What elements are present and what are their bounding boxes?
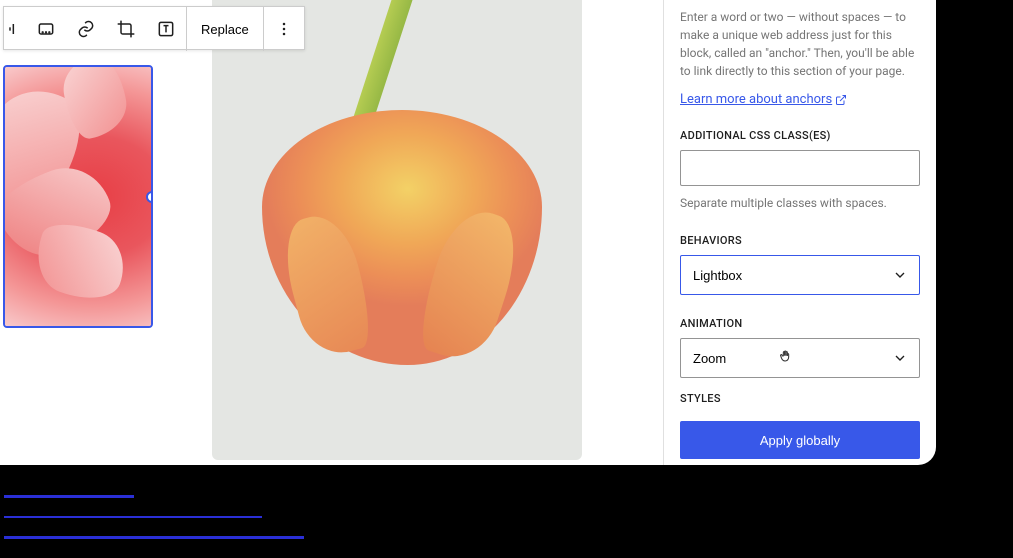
- link-button[interactable]: [66, 7, 106, 51]
- crop-icon: [116, 19, 136, 39]
- anchor-help-text: Enter a word or two — without spaces — t…: [680, 8, 920, 80]
- animation-select[interactable]: Zoom: [680, 338, 920, 378]
- animation-label: ANIMATION: [680, 317, 920, 330]
- more-options-button[interactable]: [264, 7, 304, 51]
- editor-window: Replace Enter a word or two — without: [0, 0, 936, 465]
- external-link-icon: [835, 94, 847, 106]
- settings-sidebar: Enter a word or two — without spaces — t…: [664, 0, 936, 465]
- editor-canvas[interactable]: Replace: [0, 0, 664, 465]
- link-icon: [76, 19, 96, 39]
- learn-anchors-link-label: Learn more about anchors: [680, 92, 832, 107]
- css-classes-input[interactable]: [680, 150, 920, 186]
- decorative-lines: [4, 495, 304, 557]
- caption-button[interactable]: [26, 7, 66, 51]
- css-classes-label: ADDITIONAL CSS CLASS(ES): [680, 129, 920, 142]
- learn-anchors-link[interactable]: Learn more about anchors: [680, 92, 847, 107]
- canvas-image-right[interactable]: [212, 0, 582, 460]
- caption-icon: [36, 19, 56, 39]
- styles-label: STYLES: [680, 392, 920, 405]
- behaviors-select[interactable]: Lightbox: [680, 255, 920, 295]
- more-vertical-icon: [274, 19, 294, 39]
- behaviors-label: BEHAVIORS: [680, 234, 920, 247]
- align-icon: [5, 19, 25, 39]
- css-classes-help: Separate multiple classes with spaces.: [680, 194, 920, 212]
- resize-handle-right[interactable]: [146, 191, 153, 203]
- text-overlay-button[interactable]: [146, 7, 186, 51]
- align-button[interactable]: [4, 7, 26, 51]
- text-overlay-icon: [156, 19, 176, 39]
- crop-button[interactable]: [106, 7, 146, 51]
- block-toolbar: Replace: [3, 6, 305, 50]
- apply-globally-button[interactable]: Apply globally: [680, 421, 920, 459]
- replace-button[interactable]: Replace: [186, 7, 264, 51]
- selected-image-block[interactable]: [3, 65, 153, 328]
